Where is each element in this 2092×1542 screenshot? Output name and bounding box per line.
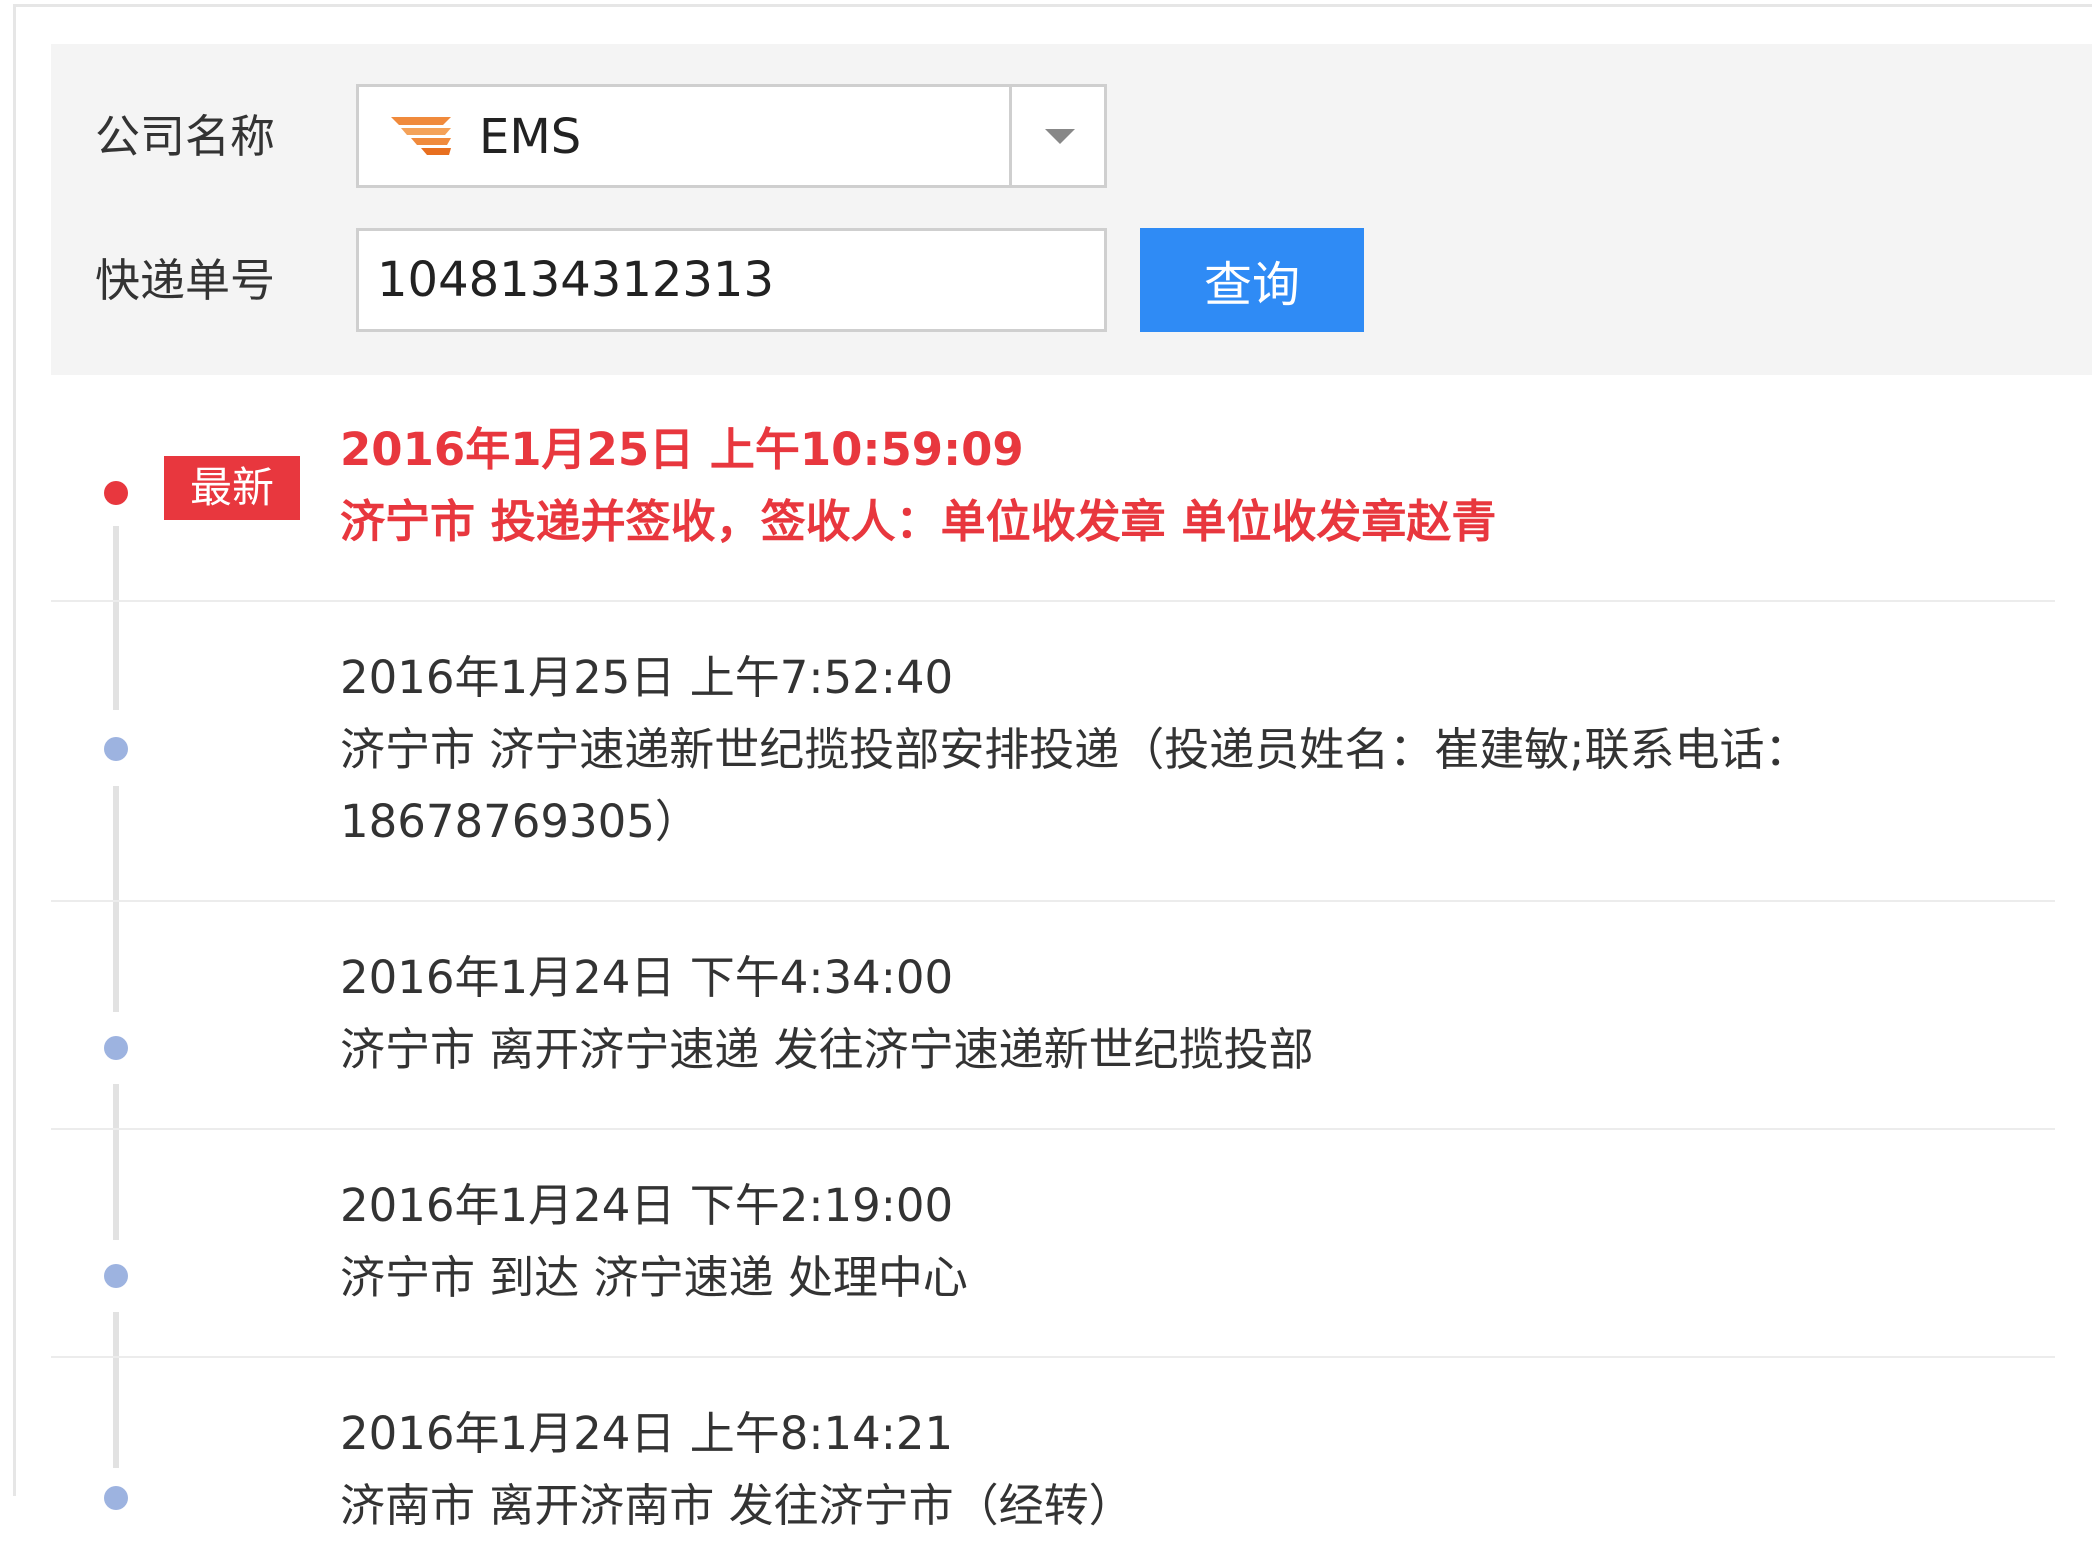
company-select[interactable]: EMS	[356, 84, 1107, 188]
event-time: 2016年1月24日 上午8:14:21	[340, 1407, 954, 1460]
event-time: 2016年1月24日 下午4:34:00	[340, 951, 954, 1004]
company-name-label: 公司名称	[95, 110, 276, 163]
tracking-number-label: 快递单号	[95, 254, 276, 307]
select-divider	[1009, 87, 1012, 185]
timeline-line	[113, 1312, 119, 1468]
ems-logo-icon	[391, 117, 451, 155]
event-description: 济宁市 济宁速递新世纪揽投部安排投递（投递员姓名：崔建敏;联系电话：186787…	[340, 723, 1810, 848]
row-divider	[51, 600, 2055, 602]
event-time: 2016年1月25日 上午7:52:40	[340, 651, 954, 704]
query-button[interactable]: 查询	[1140, 228, 1364, 332]
event-time: 2016年1月24日 下午2:19:00	[340, 1179, 954, 1232]
tracking-number-input[interactable]	[356, 228, 1107, 332]
event-description: 济宁市 到达 济宁速递 处理中心	[340, 1251, 968, 1304]
timeline-line	[113, 526, 119, 710]
event-description: 济宁市 投递并签收，签收人：单位收发章 单位收发章赵青	[340, 495, 1497, 548]
row-divider	[51, 1356, 2055, 1358]
event-description: 济南市 离开济南市 发往济宁市（经转）	[340, 1479, 1134, 1532]
timeline-dot	[104, 1036, 128, 1060]
chevron-down-icon[interactable]	[1045, 129, 1075, 144]
timeline-line	[113, 1084, 119, 1240]
row-divider	[51, 900, 2055, 902]
timeline-dot	[104, 1264, 128, 1288]
timeline-dot-latest	[104, 481, 128, 505]
event-time: 2016年1月25日 上午10:59:09	[340, 423, 1024, 476]
row-divider	[51, 1128, 2055, 1130]
timeline-line	[113, 786, 119, 1012]
timeline-dot	[104, 737, 128, 761]
timeline-dot	[104, 1486, 128, 1510]
latest-badge: 最新	[164, 456, 300, 520]
event-description: 济宁市 离开济宁速递 发往济宁速递新世纪揽投部	[340, 1023, 1314, 1076]
company-select-value: EMS	[479, 109, 582, 165]
